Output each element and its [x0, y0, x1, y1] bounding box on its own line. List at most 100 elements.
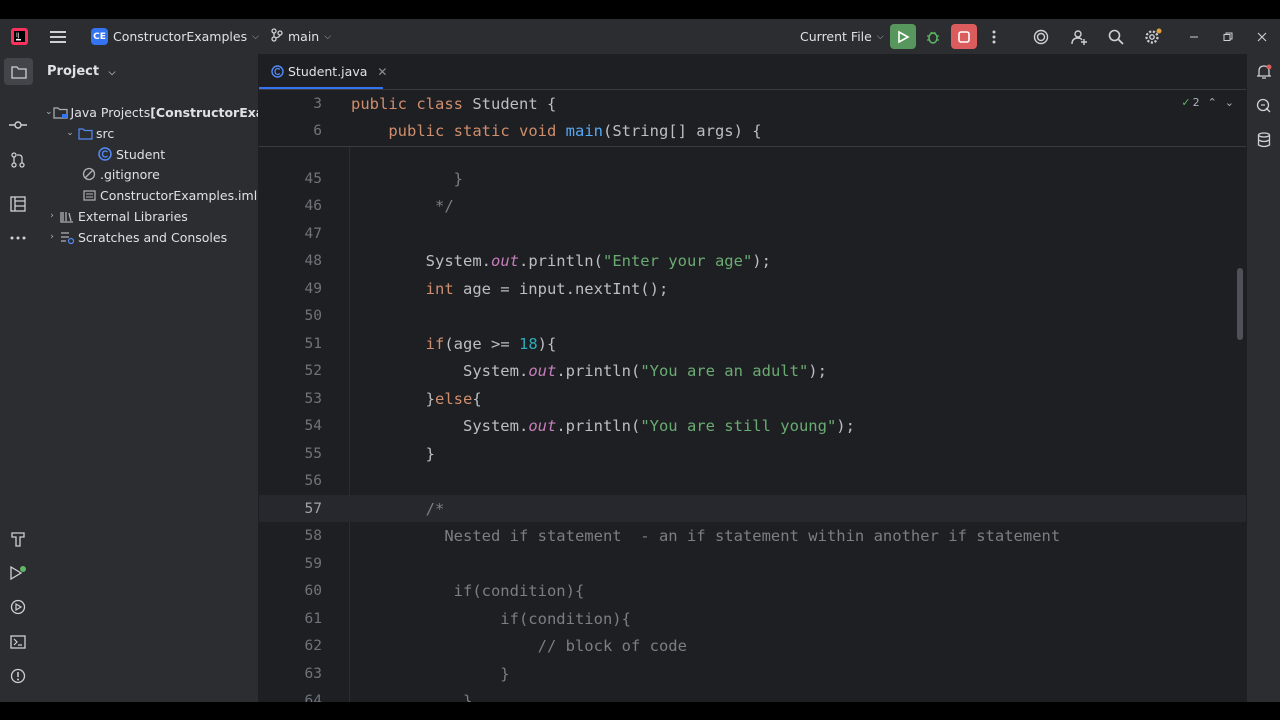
tree-item-gitignore[interactable]: .gitignore — [81, 164, 160, 184]
line-number[interactable]: 52 — [259, 363, 322, 379]
more-actions-icon[interactable] — [986, 27, 1002, 47]
tree-item-student[interactable]: Student — [97, 144, 165, 164]
code-line[interactable]: 58 Nested if statement - an if statement… — [259, 523, 1246, 550]
code-text[interactable]: } — [351, 692, 472, 702]
add-user-icon[interactable] — [1069, 27, 1089, 47]
build-tool-icon[interactable] — [8, 529, 28, 549]
code-line[interactable]: 53 }else{ — [259, 385, 1246, 412]
code-text[interactable]: if(condition){ — [351, 610, 631, 628]
database-icon[interactable] — [1254, 130, 1274, 150]
tree-item-java-projects[interactable]: ⌄ Java Projects [ConstructorExa — [45, 102, 258, 122]
line-number[interactable]: 64 — [259, 693, 322, 702]
code-line[interactable]: 51 if(age >= 18){ — [259, 330, 1246, 357]
code-text[interactable]: } — [351, 170, 463, 188]
ai-assistant-icon[interactable] — [1031, 27, 1051, 47]
code-line[interactable]: 60 if(condition){ — [259, 578, 1246, 605]
code-text[interactable]: int age = input.nextInt(); — [351, 280, 669, 298]
code-line[interactable]: 48 System.out.println("Enter your age"); — [259, 248, 1246, 275]
run-icon[interactable] — [890, 24, 916, 49]
more-tools-icon[interactable] — [8, 228, 28, 248]
close-tab-icon[interactable]: ✕ — [377, 65, 387, 79]
vertical-scrollbar[interactable] — [1237, 268, 1243, 340]
code-text[interactable]: /* — [351, 500, 445, 518]
problems-tool-icon[interactable] — [8, 666, 28, 686]
code-text[interactable]: System.out.println("Enter your age"); — [351, 252, 771, 270]
code-text[interactable]: System.out.println("You are an adult"); — [351, 362, 827, 380]
notifications-icon[interactable] — [1254, 62, 1274, 82]
tree-item-scratches[interactable]: › Scratches and Consoles — [45, 227, 227, 247]
code-line[interactable]: 62 // block of code — [259, 633, 1246, 660]
restore-icon[interactable] — [1218, 27, 1238, 47]
services-tool-icon[interactable] — [8, 597, 28, 617]
code-line[interactable]: 56 — [259, 468, 1246, 495]
code-text[interactable]: public static void main(String[] args) { — [351, 122, 761, 140]
line-number[interactable]: 48 — [259, 253, 322, 269]
tree-item-external-libraries[interactable]: › External Libraries — [45, 206, 188, 226]
ai-chat-icon[interactable] — [1254, 96, 1274, 116]
line-number[interactable]: 57 — [259, 501, 322, 517]
run-tool-icon[interactable] — [8, 563, 28, 583]
inspection-widget[interactable]: ✓ 2 ⌃ ⌄ — [1181, 96, 1234, 109]
code-line[interactable]: 59 — [259, 550, 1246, 577]
settings-icon[interactable] — [1143, 27, 1163, 47]
expand-arrow-icon[interactable]: ⌄ — [45, 107, 53, 117]
collapse-arrow-icon[interactable]: › — [45, 211, 59, 221]
code-line[interactable]: 50 — [259, 303, 1246, 330]
close-window-icon[interactable] — [1252, 27, 1272, 47]
project-selector[interactable]: CE ConstructorExamples ⌵ — [91, 19, 259, 54]
minimize-icon[interactable] — [1184, 27, 1204, 47]
chevron-up-icon[interactable]: ⌃ — [1208, 96, 1217, 109]
line-number[interactable]: 62 — [259, 638, 322, 654]
pull-requests-icon[interactable] — [8, 150, 28, 170]
tree-item-iml[interactable]: ConstructorExamples.iml — [81, 185, 257, 205]
run-config-selector[interactable]: Current File ⌵ — [800, 19, 884, 54]
code-line[interactable]: 49 int age = input.nextInt(); — [259, 275, 1246, 302]
structure-tool-icon[interactable] — [8, 194, 28, 214]
code-line[interactable]: 63 } — [259, 660, 1246, 687]
project-tool-icon[interactable] — [4, 58, 33, 85]
commit-tool-icon[interactable] — [8, 115, 28, 135]
line-number[interactable]: 3 — [259, 96, 322, 112]
line-number[interactable]: 53 — [259, 391, 322, 407]
code-text[interactable]: */ — [351, 197, 454, 215]
code-text[interactable]: if(age >= 18){ — [351, 335, 557, 353]
code-text[interactable]: } — [351, 665, 509, 683]
line-number[interactable]: 49 — [259, 281, 322, 297]
debug-icon[interactable] — [923, 27, 943, 47]
search-icon[interactable] — [1106, 27, 1126, 47]
line-number[interactable]: 47 — [259, 226, 322, 242]
line-number[interactable]: 63 — [259, 666, 322, 682]
tab-student-java[interactable]: Student.java ✕ — [259, 54, 397, 89]
code-line[interactable]: 3 public class Student { — [259, 90, 1246, 117]
code-line[interactable]: 47 — [259, 220, 1246, 247]
line-number[interactable]: 45 — [259, 171, 322, 187]
line-number[interactable]: 54 — [259, 418, 322, 434]
collapse-arrow-icon[interactable]: › — [45, 232, 59, 242]
code-text[interactable]: System.out.println("You are still young"… — [351, 417, 855, 435]
line-number[interactable]: 59 — [259, 556, 322, 572]
code-line[interactable]: 45 } — [259, 165, 1246, 192]
expand-arrow-icon[interactable]: ⌄ — [63, 128, 77, 138]
line-number[interactable]: 58 — [259, 528, 322, 544]
line-number[interactable]: 55 — [259, 446, 322, 462]
code-line[interactable]: 57 /* — [259, 495, 1246, 522]
code-line[interactable]: 52 System.out.println("You are an adult"… — [259, 358, 1246, 385]
app-logo-icon[interactable]: IJ — [10, 27, 29, 46]
branch-selector[interactable]: main ⌵ — [271, 19, 331, 54]
code-text[interactable]: if(condition){ — [351, 582, 585, 600]
line-number[interactable]: 50 — [259, 308, 322, 324]
terminal-tool-icon[interactable] — [8, 632, 28, 652]
code-line[interactable]: 54 System.out.println("You are still you… — [259, 413, 1246, 440]
line-number[interactable]: 56 — [259, 473, 322, 489]
line-number[interactable]: 6 — [259, 123, 322, 139]
code-line[interactable]: 64 } — [259, 688, 1246, 702]
code-line[interactable]: 55 } — [259, 440, 1246, 467]
line-number[interactable]: 46 — [259, 198, 322, 214]
line-number[interactable]: 51 — [259, 336, 322, 352]
code-text[interactable]: }else{ — [351, 390, 482, 408]
stop-icon[interactable] — [951, 24, 977, 49]
code-text[interactable]: // block of code — [351, 637, 687, 655]
project-panel-title[interactable]: Project ⌵ — [47, 64, 115, 79]
code-line[interactable]: 6 public static void main(String[] args)… — [259, 118, 1246, 145]
code-text[interactable]: Nested if statement - an if statement wi… — [351, 527, 1060, 545]
